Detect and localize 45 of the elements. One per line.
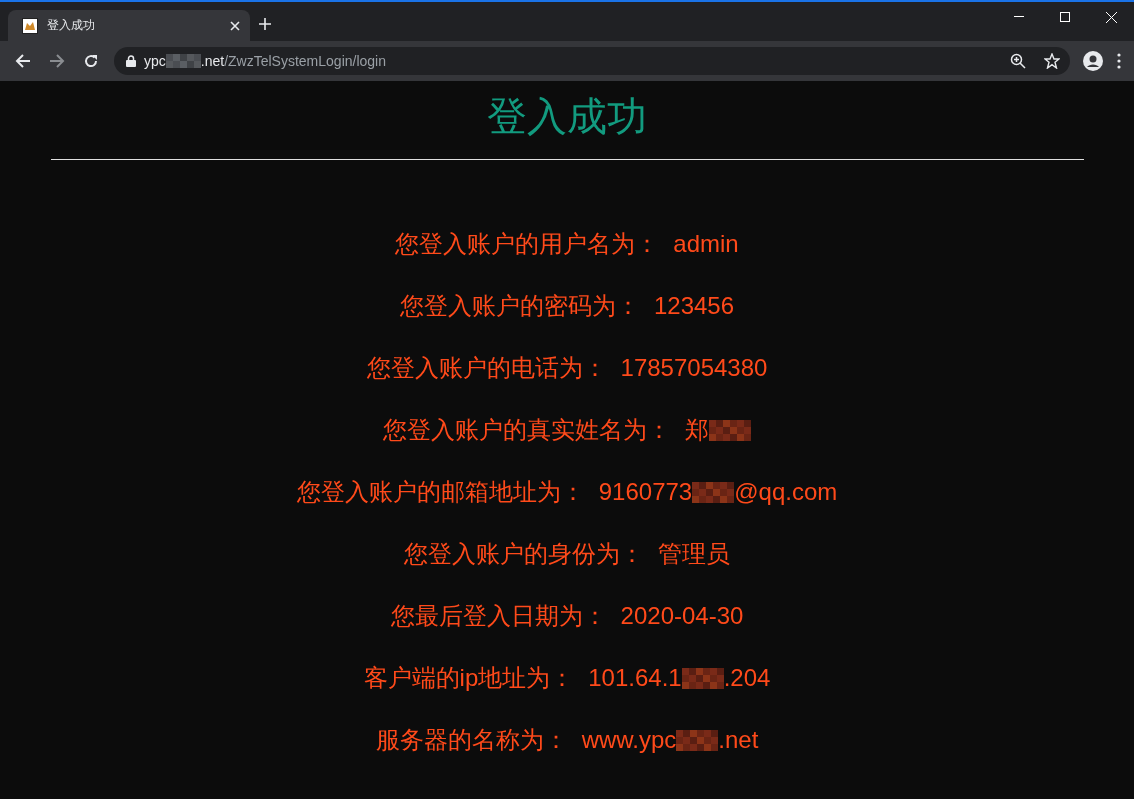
field-value: .204 xyxy=(723,664,771,692)
profile-icon[interactable] xyxy=(1083,51,1103,71)
field-label: 您登入账户的真实姓名为： xyxy=(383,416,671,444)
field-label: 您登入账户的身份为： xyxy=(404,540,644,568)
redaction-mosaic xyxy=(709,419,751,441)
minimize-icon[interactable] xyxy=(1014,16,1024,18)
field-value: www.ypc xyxy=(581,726,677,754)
url-path: /ZwzTelSystemLogin/login xyxy=(224,53,386,69)
field-label: 您登入账户的密码为： xyxy=(399,292,640,320)
url-host: ypc xyxy=(144,53,166,69)
field-value: @qq.com xyxy=(734,478,838,506)
browser-tab[interactable]: 登入成功 xyxy=(8,10,250,41)
field-value: admin xyxy=(673,230,739,258)
redaction-mosaic xyxy=(676,729,719,751)
field-value: 17857054380 xyxy=(620,354,768,382)
address-bar[interactable]: ypc .net/ZwzTelSystemLogin/login xyxy=(114,47,1070,75)
page-title: 登入成功 xyxy=(487,93,647,140)
field-value: 9160773 xyxy=(598,478,693,506)
reload-icon[interactable] xyxy=(83,53,99,69)
redaction-mosaic xyxy=(692,481,735,503)
field-value: 101.64.1 xyxy=(588,664,682,692)
field-label: 您最后登入日期为： xyxy=(390,602,607,630)
new-tab-icon[interactable] xyxy=(258,17,272,31)
url-host: .net xyxy=(200,53,225,69)
close-icon[interactable] xyxy=(230,20,240,31)
field-value: 郑 xyxy=(685,416,709,444)
forward-arrow-icon[interactable] xyxy=(49,53,65,69)
field-value: 123456 xyxy=(653,292,735,320)
field-value: 管理员 xyxy=(658,540,730,568)
tab-title: 登入成功 xyxy=(47,17,96,34)
field-value: 2020-04-30 xyxy=(620,602,744,630)
back-arrow-icon[interactable] xyxy=(15,53,31,69)
zoom-in-icon[interactable] xyxy=(1010,53,1026,69)
field-label: 服务器的名称为： xyxy=(375,726,568,754)
field-label: 您登入账户的用户名为： xyxy=(395,230,660,258)
maximize-icon[interactable] xyxy=(1060,12,1070,22)
field-label: 您登入账户的电话为： xyxy=(366,354,607,382)
field-value: .net xyxy=(718,726,759,754)
field-label: 客户端的ip地址为： xyxy=(363,664,575,692)
redaction-mosaic xyxy=(165,54,201,68)
star-icon[interactable] xyxy=(1044,53,1060,69)
lock-icon xyxy=(126,55,136,67)
field-label: 您登入账户的邮箱地址为： xyxy=(296,478,585,506)
menu-icon[interactable] xyxy=(1117,53,1121,69)
redaction-mosaic xyxy=(681,667,724,689)
